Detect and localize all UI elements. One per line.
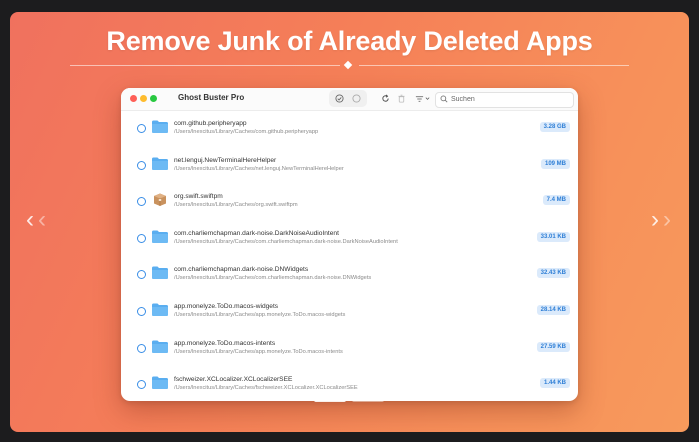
list-item[interactable]: net.lenguj.NewTerminalHereHelper /Users/… — [121, 148, 578, 185]
list-item[interactable]: fschweizer.XCLocalizer.XCLocalizerSEE /U… — [121, 367, 578, 401]
item-path: /Users/lnexcitus/Library/Caches/com.char… — [174, 238, 398, 245]
search-input[interactable] — [451, 93, 569, 106]
list-item[interactable]: org.swift.swiftpm /Users/lnexcitus/Libra… — [121, 184, 578, 221]
zoom-window-button[interactable] — [150, 95, 157, 102]
next-slide-icon[interactable]: › — [651, 208, 659, 232]
folder-icon — [152, 376, 168, 390]
refresh-icon — [382, 94, 389, 102]
folder-icon — [152, 303, 168, 316]
divider-diamond-icon — [343, 60, 353, 70]
deselect-all-button[interactable] — [349, 91, 364, 106]
app-title: Ghost Buster Pro — [178, 93, 245, 102]
item-name: com.github.peripheryapp — [174, 120, 247, 127]
select-all-button[interactable] — [332, 91, 347, 106]
refresh-button[interactable] — [378, 91, 393, 106]
item-path: /Users/lnexcitus/Library/Caches/com.char… — [174, 275, 372, 282]
select-radio[interactable] — [137, 233, 146, 243]
item-path: /Users/lnexcitus/Library/Caches/app.mone… — [174, 311, 346, 318]
item-path: /Users/lnexcitus/Library/Caches/com.gith… — [174, 129, 319, 135]
item-name: app.monelyze.ToDo.macos-intents — [174, 339, 276, 347]
select-radio[interactable] — [137, 270, 146, 280]
item-path: /Users/lnexcitus/Library/Caches/org.swif… — [174, 202, 298, 209]
sort-icon — [415, 95, 423, 102]
chevron-down-icon — [425, 97, 429, 100]
divider-right — [359, 65, 629, 66]
minimize-window-button[interactable] — [140, 95, 147, 102]
item-path: /Users/lnexcitus/Library/Caches/fschweiz… — [174, 385, 358, 392]
promo-banner: Remove Junk of Already Deleted Apps ‹ ‹ … — [10, 12, 689, 432]
slide-indicator-active[interactable] — [314, 398, 346, 402]
previous-slide-shadow-icon: ‹ — [38, 206, 46, 233]
select-radio[interactable] — [137, 197, 146, 207]
item-name: com.charliemchapman.dark-noise.DNWidgets — [174, 266, 309, 274]
folder-icon — [152, 266, 168, 280]
size-badge: 32.43 KB — [536, 268, 570, 279]
item-name: fschweizer.XCLocalizer.XCLocalizerSEE — [174, 376, 293, 384]
folder-icon — [152, 340, 168, 353]
folder-icon — [152, 230, 168, 243]
headline: Remove Junk of Already Deleted Apps — [106, 26, 593, 56]
select-radio[interactable] — [137, 306, 146, 316]
size-badge: 3.28 GB — [539, 122, 570, 132]
close-window-button[interactable] — [130, 95, 137, 102]
app-window: Ghost Buster Pro Suchen com.github.perip… — [121, 88, 578, 401]
size-badge: 33.01 KB — [536, 231, 570, 242]
next-slide-shadow-icon: › — [663, 206, 671, 233]
select-radio[interactable] — [137, 343, 146, 353]
trash-button[interactable] — [394, 91, 409, 106]
select-radio[interactable] — [137, 124, 146, 133]
empty-circle-icon — [352, 94, 361, 103]
slide-indicator[interactable] — [352, 398, 384, 402]
trash-icon — [398, 94, 405, 103]
divider-left — [70, 65, 340, 66]
package-icon — [154, 193, 166, 207]
size-badge: 109 MB — [540, 158, 570, 169]
select-radio[interactable] — [137, 160, 146, 170]
item-name: net.lenguj.NewTerminalHereHelper — [174, 156, 277, 164]
size-badge: 28.14 KB — [536, 304, 570, 315]
select-radio[interactable] — [137, 380, 146, 390]
sort-menu-button[interactable] — [412, 91, 432, 106]
list-item[interactable]: com.charliemchapman.dark-noise.DNWidgets… — [121, 257, 578, 294]
previous-slide-icon[interactable]: ‹ — [26, 208, 34, 232]
folder-icon — [152, 120, 168, 133]
checkmark-circle-icon — [335, 94, 344, 103]
size-badge: 1.44 KB — [539, 378, 570, 389]
item-path: /Users/lnexcitus/Library/Caches/app.mone… — [174, 348, 343, 355]
list-item[interactable]: com.github.peripheryapp /Users/lnexcitus… — [121, 111, 578, 148]
item-name: com.charliemchapman.dark-noise.DarkNoise… — [174, 229, 339, 237]
folder-icon — [152, 157, 168, 170]
search-icon — [440, 95, 448, 103]
item-name: app.monelyze.ToDo.macos-widgets — [174, 302, 279, 310]
item-name: org.swift.swiftpm — [174, 193, 223, 201]
size-badge: 27.59 KB — [536, 341, 570, 352]
list-item[interactable]: com.charliemchapman.dark-noise.DarkNoise… — [121, 221, 578, 258]
selection-toggle-group — [329, 90, 367, 107]
size-badge: 7.4 MB — [542, 195, 570, 206]
list-item[interactable]: app.monelyze.ToDo.macos-widgets /Users/l… — [121, 294, 578, 331]
item-path: /Users/lnexcitus/Library/Caches/net.leng… — [174, 165, 344, 172]
list-item[interactable]: app.monelyze.ToDo.macos-intents /Users/l… — [121, 331, 578, 368]
junk-list: com.github.peripheryapp /Users/lnexcitus… — [121, 111, 578, 401]
title-bar: Ghost Buster Pro — [121, 88, 578, 111]
search-field[interactable] — [435, 92, 574, 108]
